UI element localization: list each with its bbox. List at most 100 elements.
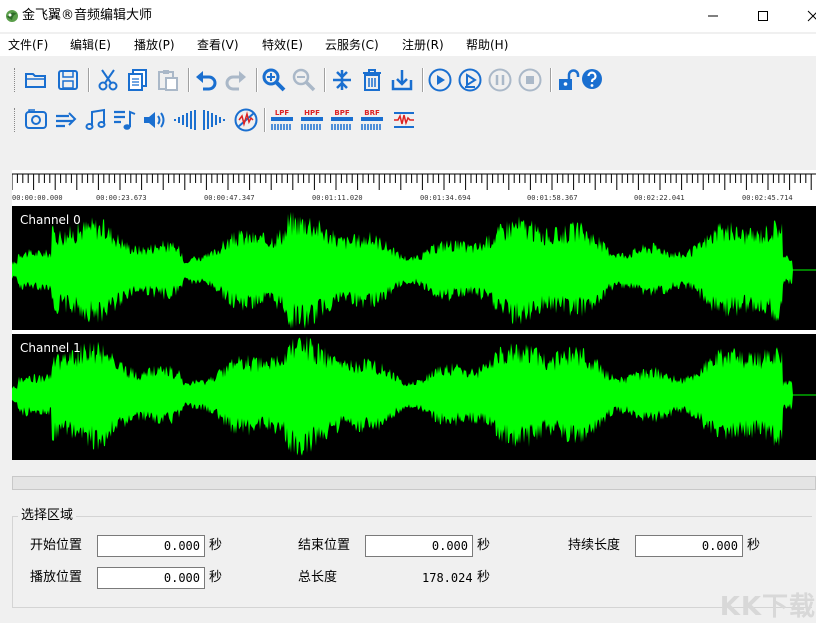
time-ruler[interactable]: 00:00:00.000 00:00:23.673 00:00:47.347 0… xyxy=(11,170,816,206)
fade-in-icon xyxy=(174,110,196,130)
main-toolbar xyxy=(12,62,612,96)
channel-1-waveform xyxy=(12,335,816,456)
end-position-input[interactable]: 0.000 xyxy=(365,535,473,557)
open-folder-icon xyxy=(25,73,46,88)
noise-reduction-button[interactable] xyxy=(52,106,80,134)
filter-label: BRF xyxy=(364,109,380,117)
play-icon xyxy=(428,68,452,92)
ruler-ticks xyxy=(11,173,816,190)
play-button[interactable] xyxy=(426,66,454,94)
bandreject-filter-icon: BRF xyxy=(361,109,383,130)
copy-icon xyxy=(128,69,147,91)
channel-1-label: Channel 1 xyxy=(20,341,81,355)
lowpass-filter-button[interactable]: LPF xyxy=(268,106,296,134)
duration-label: 持续长度 xyxy=(568,538,621,553)
ruler-label: 00:02:45.714 xyxy=(742,194,793,202)
record-icon xyxy=(25,109,47,129)
duration-input[interactable]: 0.000 xyxy=(635,535,743,557)
waveform-view[interactable]: Channel 0 Channel 1 xyxy=(12,206,816,460)
highpass-filter-button[interactable]: HPF xyxy=(298,106,326,134)
end-unit: 秒 xyxy=(477,538,491,553)
music-button[interactable] xyxy=(82,106,110,134)
lowpass-filter-icon: LPF xyxy=(271,109,293,130)
cut-button[interactable] xyxy=(94,66,122,94)
save-icon xyxy=(58,70,78,90)
redo-button[interactable] xyxy=(222,66,250,94)
ruler-label: 00:00:00.000 xyxy=(12,194,63,202)
toolbar-separator xyxy=(88,68,90,92)
waveform-shape xyxy=(12,335,816,456)
toolbar-separator xyxy=(550,68,552,92)
minimize-button[interactable] xyxy=(690,0,736,32)
delete-button[interactable] xyxy=(358,66,386,94)
play-selection-icon xyxy=(458,68,482,92)
record-button[interactable] xyxy=(22,106,50,134)
menu-view[interactable]: 查看(V) xyxy=(197,37,239,53)
equalizer-button[interactable] xyxy=(390,106,418,134)
music-notes-icon xyxy=(114,110,136,130)
select-all-button[interactable] xyxy=(328,66,356,94)
ruler-label: 00:01:34.694 xyxy=(420,194,471,202)
toolbar-separator xyxy=(256,68,258,92)
play-selection-button[interactable] xyxy=(456,66,484,94)
zoom-out-button[interactable] xyxy=(290,66,318,94)
copy-button[interactable] xyxy=(124,66,152,94)
toolbar-grip[interactable] xyxy=(14,108,17,132)
menu-help[interactable]: 帮助(H) xyxy=(466,37,508,53)
mute-icon xyxy=(234,108,258,132)
total-length-value: 178.024 xyxy=(422,571,473,585)
close-button[interactable] xyxy=(790,0,816,32)
volume-button[interactable] xyxy=(140,106,168,134)
paste-icon xyxy=(158,70,178,91)
horizontal-scrollbar[interactable] xyxy=(12,476,816,490)
trim-button[interactable] xyxy=(388,66,416,94)
open-button[interactable] xyxy=(22,66,50,94)
menu-cloud[interactable]: 云服务(C) xyxy=(325,37,379,53)
paste-button[interactable] xyxy=(154,66,182,94)
menu-file[interactable]: 文件(F) xyxy=(8,37,48,53)
save-button[interactable] xyxy=(54,66,82,94)
channel-1-track[interactable]: Channel 1 xyxy=(12,334,816,460)
start-position-label: 开始位置 xyxy=(30,538,83,553)
start-unit: 秒 xyxy=(209,538,223,553)
toolbar-separator xyxy=(324,68,326,92)
play-position-input[interactable]: 0.000 xyxy=(97,567,205,589)
filter-label: LPF xyxy=(275,109,290,117)
total-unit: 秒 xyxy=(477,570,491,585)
watermark: KK下载 xyxy=(719,592,816,622)
zoom-out-icon xyxy=(292,68,316,92)
maximize-button[interactable] xyxy=(740,0,786,32)
help-icon xyxy=(582,69,602,89)
noise-reduction-icon xyxy=(56,112,77,128)
toolbar-grip[interactable] xyxy=(14,68,17,92)
stop-icon xyxy=(518,68,542,92)
zoom-in-button[interactable] xyxy=(260,66,288,94)
mute-button[interactable] xyxy=(232,106,260,134)
filter-label: HPF xyxy=(304,109,320,117)
bandpass-filter-button[interactable]: BPF xyxy=(328,106,356,134)
help-button[interactable] xyxy=(578,66,606,94)
volume-icon xyxy=(144,112,165,128)
menu-edit[interactable]: 编辑(E) xyxy=(70,37,111,53)
fade-in-button[interactable] xyxy=(170,106,198,134)
close-icon xyxy=(807,10,816,22)
pause-button[interactable] xyxy=(486,66,514,94)
channel-0-track[interactable]: Channel 0 xyxy=(12,206,816,330)
bandreject-filter-button[interactable]: BRF xyxy=(358,106,386,134)
menu-effects[interactable]: 特效(E) xyxy=(262,37,303,53)
toolbar-separator xyxy=(264,108,266,132)
filter-label: BPF xyxy=(334,109,349,117)
ruler-label: 00:02:22.041 xyxy=(634,194,685,202)
undo-button[interactable] xyxy=(192,66,220,94)
selection-group-title: 选择区域 xyxy=(18,508,77,524)
stop-button[interactable] xyxy=(516,66,544,94)
menu-play[interactable]: 播放(P) xyxy=(134,37,175,53)
start-position-input[interactable]: 0.000 xyxy=(97,535,205,557)
selection-group xyxy=(12,516,812,608)
highpass-filter-icon: HPF xyxy=(301,109,323,130)
music-list-button[interactable] xyxy=(110,106,138,134)
trim-icon xyxy=(391,70,413,91)
fade-out-button[interactable] xyxy=(200,106,228,134)
menu-register[interactable]: 注册(R) xyxy=(402,37,444,53)
effects-toolbar: LPF HPF BPF BRF xyxy=(12,102,612,136)
